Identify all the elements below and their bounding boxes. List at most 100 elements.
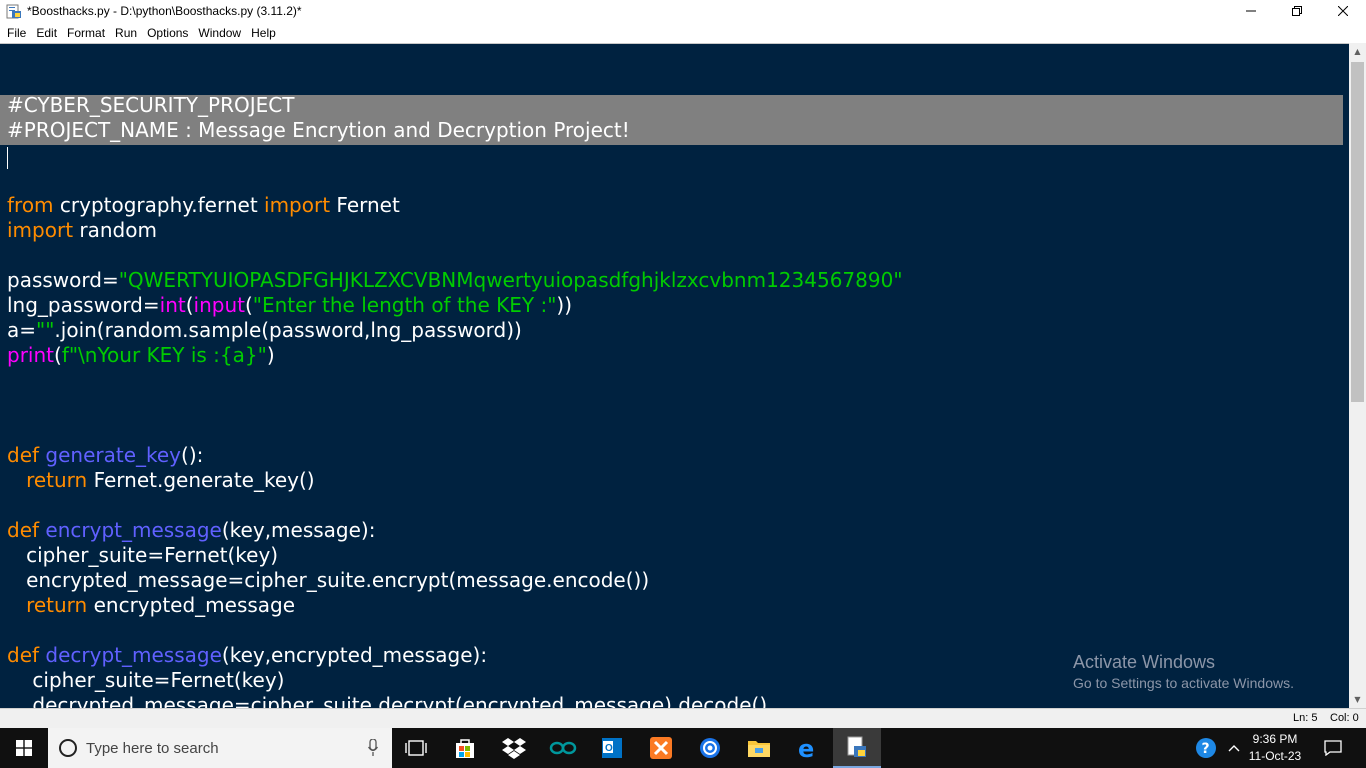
code-token: return — [26, 593, 88, 617]
code-line[interactable]: def generate_key(): — [7, 443, 903, 468]
code-line[interactable]: encrypted_message=cipher_suite.encrypt(m… — [7, 568, 903, 593]
code-line[interactable]: a="".join(random.sample(password,lng_pas… — [7, 318, 903, 343]
windows-start-button[interactable] — [0, 728, 48, 768]
code-token: import — [264, 193, 331, 217]
code-line[interactable] — [7, 143, 903, 168]
code-token: def — [7, 643, 40, 667]
code-token: ( — [185, 293, 194, 317]
code-token: decrypt_message — [45, 643, 222, 667]
column-number: Col: 0 — [1330, 712, 1359, 724]
scroll-up-arrow-icon[interactable]: ▲ — [1349, 43, 1366, 60]
line-number: Ln: 5 — [1293, 712, 1318, 724]
code-line[interactable] — [7, 243, 903, 268]
code-token: def — [7, 518, 40, 542]
menu-help[interactable]: Help — [247, 26, 280, 40]
code-token: lng_password= — [7, 293, 160, 317]
xampp-icon[interactable] — [637, 728, 685, 768]
taskbar-search-box[interactable]: Type here to search — [48, 728, 392, 768]
menu-file[interactable]: File — [3, 26, 30, 40]
code-token: a= — [7, 318, 37, 342]
dropbox-icon[interactable] — [490, 728, 538, 768]
code-line[interactable] — [7, 368, 903, 393]
code-token: random — [73, 218, 157, 242]
code-line[interactable]: def encrypt_message(key,message): — [7, 518, 903, 543]
code-token: (key,message): — [221, 518, 376, 542]
search-icon — [58, 738, 78, 758]
code-token: cipher_suite=Fernet(key) — [7, 543, 279, 567]
code-token: encrypted_message=cipher_suite.encrypt(m… — [7, 568, 650, 592]
code-line[interactable]: password="QWERTYUIOPASDFGHJKLZXCVBNMqwer… — [7, 268, 903, 293]
edge-icon[interactable]: e — [784, 728, 832, 768]
code-line[interactable]: print(f"\nYour KEY is :{a}") — [7, 343, 903, 368]
help-icon[interactable]: ? — [1193, 728, 1219, 768]
code-line[interactable] — [7, 618, 903, 643]
code-token: ) — [266, 343, 275, 367]
code-line[interactable]: cipher_suite=Fernet(key) — [7, 543, 903, 568]
notifications-icon[interactable] — [1318, 728, 1348, 768]
code-line[interactable] — [7, 493, 903, 518]
code-line[interactable] — [7, 418, 903, 443]
activate-windows-watermark: Activate Windows Go to Settings to activ… — [1073, 651, 1294, 693]
code-line[interactable] — [7, 393, 903, 418]
system-clock[interactable]: 9:36 PM 11-Oct-23 — [1245, 731, 1305, 765]
code-token: )) — [556, 293, 573, 317]
menu-window[interactable]: Window — [194, 26, 245, 40]
outlook-icon[interactable]: O — [588, 728, 636, 768]
watermark-title: Activate Windows — [1073, 652, 1216, 672]
code-token: return — [26, 468, 88, 492]
code-line[interactable]: #PROJECT_NAME : Message Encrytion and De… — [7, 118, 903, 143]
code-token: (): — [181, 443, 204, 467]
svg-text:O: O — [605, 743, 613, 754]
restore-button[interactable] — [1274, 0, 1320, 22]
code-line[interactable]: return Fernet.generate_key() — [7, 468, 903, 493]
python-idle-icon[interactable] — [833, 728, 881, 768]
code-token: cryptography.fernet — [53, 193, 265, 217]
code-token: def — [7, 443, 40, 467]
code-line[interactable]: lng_password=int(input("Enter the length… — [7, 293, 903, 318]
code-line[interactable]: return encrypted_message — [7, 593, 903, 618]
code-line[interactable]: cipher_suite=Fernet(key) — [7, 668, 903, 693]
code-line[interactable]: import random — [7, 218, 903, 243]
menu-format[interactable]: Format — [63, 26, 109, 40]
svg-text:?: ? — [1202, 741, 1210, 757]
chevron-up-icon[interactable] — [1224, 728, 1244, 768]
file-explorer-icon[interactable] — [735, 728, 783, 768]
arduino-icon[interactable] — [539, 728, 587, 768]
code-token: ( — [244, 293, 253, 317]
clock-time: 9:36 PM — [1252, 732, 1298, 746]
code-text[interactable]: #CYBER_SECURITY_PROJECT #PROJECT_NAME : M… — [7, 93, 903, 708]
search-placeholder: Type here to search — [86, 739, 219, 757]
window-title: *Boosthacks.py - D:\python\Boosthacks.py… — [27, 4, 302, 18]
scroll-down-arrow-icon[interactable]: ▼ — [1349, 691, 1366, 708]
microphone-icon[interactable] — [367, 738, 379, 761]
code-token: decrypted_message=cipher_suite.decrypt(e… — [7, 693, 768, 708]
idle-app-icon — [6, 3, 22, 19]
code-line[interactable]: decrypted_message=cipher_suite.decrypt(e… — [7, 693, 903, 708]
code-token: "QWERTYUIOPASDFGHJKLZXCVBNMqwertyuiopasd… — [118, 268, 903, 292]
status-bar: Ln: 5 Col: 0 — [0, 708, 1366, 728]
menu-options[interactable]: Options — [143, 26, 192, 40]
vertical-scrollbar[interactable]: ▲ ▼ — [1349, 43, 1366, 708]
browser-icon[interactable] — [686, 728, 734, 768]
code-line[interactable] — [7, 168, 903, 193]
code-token: Fernet — [330, 193, 400, 217]
code-line[interactable]: #CYBER_SECURITY_PROJECT — [7, 93, 903, 118]
menu-edit[interactable]: Edit — [32, 26, 61, 40]
code-token: Fernet.generate_key() — [87, 468, 315, 492]
code-token: "Enter the length of the KEY :" — [252, 293, 557, 317]
scrollbar-thumb[interactable] — [1351, 62, 1364, 402]
code-token: import — [7, 218, 74, 242]
code-token: int — [159, 293, 186, 317]
task-view-icon[interactable] — [392, 728, 440, 768]
code-editor[interactable]: #CYBER_SECURITY_PROJECT #PROJECT_NAME : M… — [0, 43, 1349, 708]
close-button[interactable] — [1320, 0, 1366, 22]
code-token: input — [193, 293, 245, 317]
code-line[interactable]: from cryptography.fernet import Fernet — [7, 193, 903, 218]
code-line[interactable]: def decrypt_message(key,encrypted_messag… — [7, 643, 903, 668]
menu-run[interactable]: Run — [111, 26, 141, 40]
store-icon[interactable] — [441, 728, 489, 768]
minimize-button[interactable] — [1228, 0, 1274, 22]
title-bar: *Boosthacks.py - D:\python\Boosthacks.py… — [0, 0, 1366, 22]
